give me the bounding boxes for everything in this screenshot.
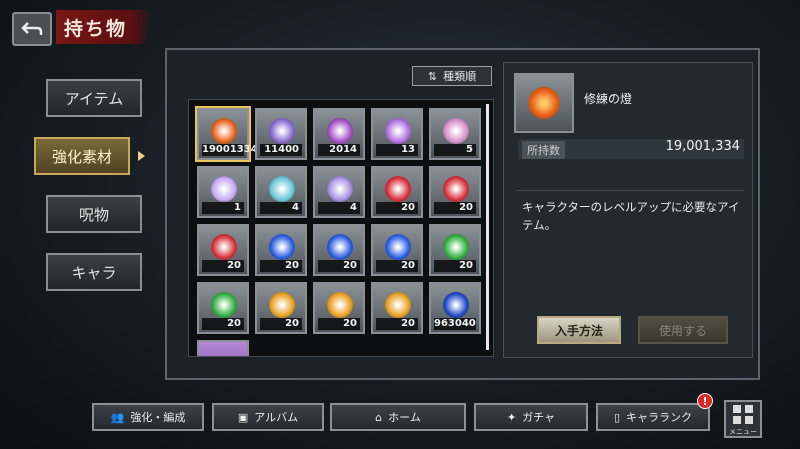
inventory-item[interactable]: 11400 [255,108,307,160]
how-to-get-button[interactable]: 入手方法 [537,316,621,344]
home-icon: ⌂ [375,410,383,424]
inventory-item[interactable]: 4 [255,166,307,218]
inventory-item[interactable]: 13 [371,108,423,160]
inventory-item[interactable]: 4 [313,166,365,218]
item-count: 5 [434,144,476,156]
back-arrow-icon [21,22,43,35]
item-icon [327,118,353,144]
item-icon [327,176,353,202]
nav-gacha[interactable]: ✦ ガチャ [474,403,588,431]
menu-label: メニュー [729,428,757,436]
item-icon [211,234,237,260]
inventory-item[interactable] [197,340,249,356]
inventory-item[interactable]: 963040 [429,282,481,334]
owned-value: 19,001,334 [665,139,740,154]
nav-album[interactable]: ▣ アルバム [212,403,324,431]
item-count: 20 [318,260,360,272]
active-tab-arrow-icon [138,151,145,161]
gacha-icon: ✦ [506,410,517,424]
back-button[interactable] [12,12,52,46]
character-card-icon: ▯ [613,410,621,424]
item-icon [385,176,411,202]
inventory-item[interactable]: 20 [429,166,481,218]
tab-characters[interactable]: キャラ [46,253,142,291]
inventory-item[interactable]: 20 [255,224,307,276]
item-icon [269,176,295,202]
nav-character-rank[interactable]: ▯ キャラランク [596,403,710,431]
item-icon [211,176,237,202]
owned-label: 所持数 [522,141,565,159]
item-icon [385,292,411,318]
use-button[interactable]: 使用する [638,316,728,344]
nav-home[interactable]: ⌂ ホーム [330,403,466,431]
sort-label: 種類順 [443,70,477,83]
grid-menu-icon [733,405,753,424]
item-icon [269,118,295,144]
item-count: 2014 [318,144,360,156]
inventory-item[interactable]: 5 [429,108,481,160]
item-icon [327,292,353,318]
item-count: 963040 [434,318,476,330]
item-grid: 19001334 11400 2014 13 5 1 4 4 20 20 20 20 20 20 20 20 2… [188,99,494,357]
notification-badge: ! [697,393,713,409]
item-icon [211,292,237,318]
detail-item-name: 修練の燈 [584,92,633,106]
inventory-item[interactable]: 2014 [313,108,365,160]
item-count: 20 [376,318,418,330]
page-title: 持ち物 [64,18,128,40]
item-count: 20 [202,318,244,330]
inventory-item[interactable]: 20 [313,224,365,276]
item-icon [443,176,469,202]
sort-icon: ⇅ [427,69,438,83]
inventory-item[interactable]: 20 [197,224,249,276]
grid-scrollbar[interactable] [486,104,489,350]
inventory-item[interactable]: 20 [371,282,423,334]
item-icon [443,234,469,260]
item-count: 4 [260,202,302,214]
team-icon: 👥 [110,410,125,424]
tab-items[interactable]: アイテム [46,79,142,117]
inventory-item[interactable]: 20 [371,224,423,276]
item-count: 4 [318,202,360,214]
nav-label: アルバム [254,411,299,424]
nav-label: 強化・編成 [130,411,186,424]
item-icon [385,118,411,144]
item-count: 20 [318,318,360,330]
item-icon [443,118,469,144]
inventory-item[interactable]: 20 [197,282,249,334]
inventory-item[interactable]: 20 [313,282,365,334]
nav-label: ガチャ [522,411,556,424]
divider [516,190,744,191]
item-icon [443,292,469,318]
item-count: 20 [376,202,418,214]
detail-item-icon [514,73,574,133]
item-icon [385,234,411,260]
selected-item-frame [195,106,251,162]
item-count: 20 [260,260,302,272]
sort-button[interactable]: ⇅ 種類順 [412,66,492,86]
nav-label: キャラランク [626,411,693,424]
inventory-item[interactable]: 1 [197,166,249,218]
item-count: 13 [376,144,418,156]
item-count: 1 [202,202,244,214]
item-count: 20 [434,202,476,214]
tab-enhance-materials[interactable]: 強化素材 [34,137,130,175]
inventory-item[interactable]: 20 [429,224,481,276]
inventory-item[interactable]: 20 [255,282,307,334]
album-icon: ▣ [237,410,249,424]
inventory-item[interactable]: 20 [371,166,423,218]
item-count: 20 [202,260,244,272]
nav-label: ホーム [388,411,421,424]
item-icon [269,292,295,318]
item-count: 20 [376,260,418,272]
item-icon [327,234,353,260]
tab-cursed-objects[interactable]: 呪物 [46,195,142,233]
item-description: キャラクターのレベルアップに必要なアイテム。 [522,200,740,232]
item-count: 11400 [260,144,302,156]
item-count: 20 [434,260,476,272]
item-count: 20 [260,318,302,330]
item-icon [269,234,295,260]
nav-enhance-formation[interactable]: 👥 強化・編成 [92,403,204,431]
fire-orb-icon [528,87,560,119]
